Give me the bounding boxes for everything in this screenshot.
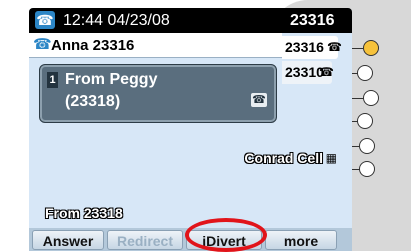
status-extension: 23316 — [290, 12, 335, 29]
line-key-23310[interactable]: 23310 ☎ — [282, 61, 334, 84]
line-key-23316[interactable]: 23316 ☎ — [282, 36, 342, 59]
phone-icon: ☎ — [319, 65, 334, 79]
line-button-1[interactable] — [363, 40, 379, 56]
speed-dial-label: Conrad Cell — [244, 150, 323, 166]
line-key-label: 23316 — [285, 39, 324, 55]
line-button-3[interactable] — [363, 90, 379, 106]
phone-screen: ☎ 12:44 04/23/08 23316 ☎ Anna 23316 1 Fr… — [29, 8, 352, 251]
line-header-label: Anna 23316 — [51, 37, 135, 54]
call-number: (23318) — [65, 93, 121, 110]
line-button-2[interactable] — [357, 65, 373, 81]
redirect-button: Redirect — [107, 230, 183, 250]
call-prompt: From 23318 — [45, 205, 123, 221]
speed-dial-conrad-cell[interactable]: Conrad Cell ▦ — [234, 148, 339, 168]
phone-icon: ☎ — [327, 40, 342, 54]
grid-icon: ▦ — [325, 151, 337, 165]
highlight-circle — [185, 218, 267, 252]
answer-button[interactable]: Answer — [32, 230, 104, 250]
call-index: 1 — [47, 72, 58, 88]
line-button-6[interactable] — [359, 161, 375, 177]
line-button-5[interactable] — [359, 138, 375, 154]
active-call[interactable]: 1 From Peggy (23318) ☎ — [39, 64, 277, 123]
line-button-4[interactable] — [357, 113, 373, 129]
phone-icon: ☎ — [251, 93, 267, 107]
line-header: ☎ Anna 23316 — [29, 33, 282, 58]
status-bar: ☎ 12:44 04/23/08 23316 — [29, 8, 352, 33]
status-datetime: 12:44 04/23/08 — [63, 12, 170, 29]
more-button[interactable]: more — [265, 230, 337, 250]
phone-icon: ☎ — [35, 11, 55, 29]
phone-icon: ☎ — [33, 36, 52, 53]
call-name: From Peggy — [65, 71, 158, 88]
